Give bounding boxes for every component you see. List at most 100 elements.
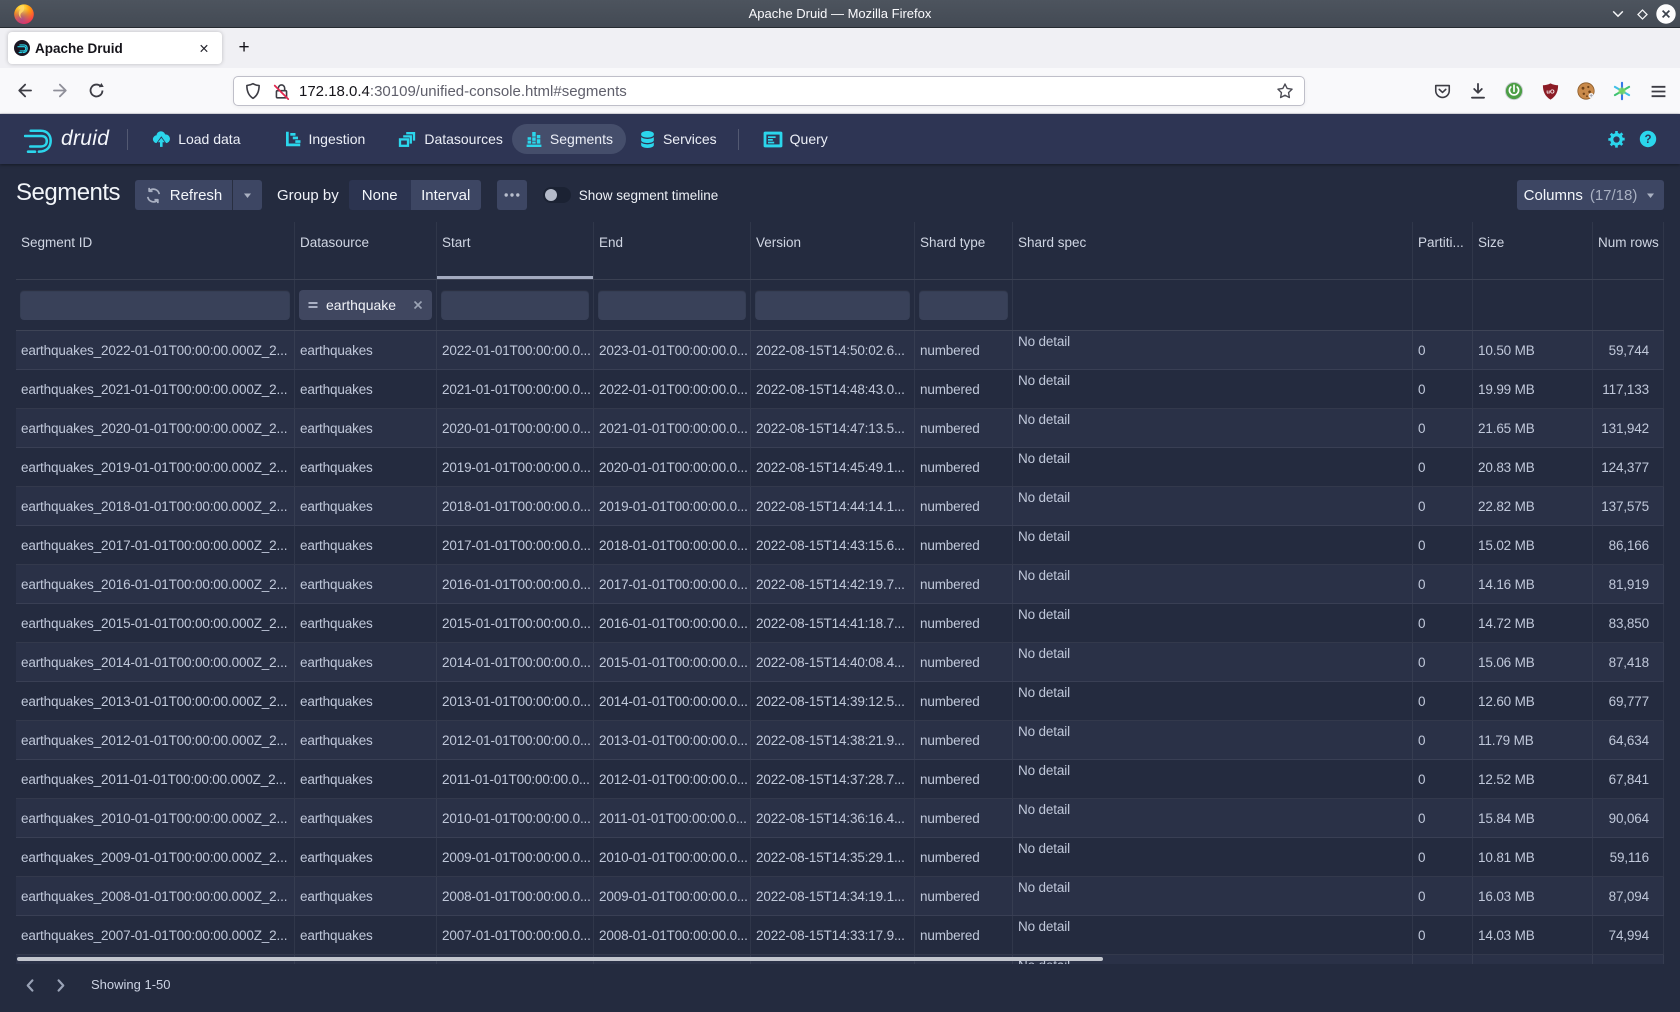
help-icon[interactable]: ?	[1639, 130, 1657, 148]
pocket-icon[interactable]	[1426, 75, 1458, 107]
cell-id[interactable]: earthquakes_2022-01-01T00:00:00.000Z_2..…	[16, 331, 295, 369]
tab-apache-druid[interactable]: Apache Druid ✕	[8, 32, 222, 64]
nav-segments[interactable]: Segments	[512, 124, 626, 154]
column-filter-input[interactable]	[755, 290, 910, 320]
nav-datasources[interactable]: Datasources	[385, 124, 516, 154]
cell-datasource[interactable]: earthquakes	[295, 838, 437, 876]
cell-datasource[interactable]: earthquakes	[295, 643, 437, 681]
extension-privacy-icon[interactable]	[1498, 75, 1530, 107]
window-maximize-button[interactable]	[1630, 1, 1654, 27]
druid-logo[interactable]: druid	[24, 126, 109, 153]
window-close-button[interactable]	[1654, 1, 1678, 27]
refresh-dropdown-button[interactable]	[232, 180, 262, 210]
cell-datasource[interactable]: earthquakes	[295, 760, 437, 798]
next-page-button[interactable]	[45, 970, 75, 1000]
column-header[interactable]: Start	[437, 222, 594, 279]
cell-id[interactable]: earthquakes_2010-01-01T00:00:00.000Z_2..…	[16, 799, 295, 837]
cell-datasource[interactable]: earthquakes	[295, 409, 437, 447]
group-by-interval-button[interactable]: Interval	[411, 180, 481, 210]
cell-partition: 0	[1413, 877, 1473, 915]
cell-id[interactable]: earthquakes_2017-01-01T00:00:00.000Z_2..…	[16, 526, 295, 564]
url-bar[interactable]: 172.18.0.4:30109/unified-console.html#se…	[233, 76, 1305, 106]
column-header[interactable]: Num rows	[1593, 222, 1664, 279]
cell-id[interactable]: earthquakes_2011-01-01T00:00:00.000Z_2..…	[16, 760, 295, 798]
column-header[interactable]: Size	[1473, 222, 1593, 279]
horizontal-scrollbar[interactable]	[17, 957, 1103, 961]
column-header[interactable]: Version	[751, 222, 915, 279]
window-titlebar[interactable]: Apache Druid — Mozilla Firefox	[0, 0, 1680, 28]
cell-datasource[interactable]: earthquakes	[295, 916, 437, 954]
cell-datasource[interactable]: earthquakes	[295, 487, 437, 525]
cell-id[interactable]: earthquakes_2018-01-01T00:00:00.000Z_2..…	[16, 487, 295, 525]
remove-filter-icon[interactable]	[412, 299, 424, 311]
cell-datasource[interactable]: earthquakes	[295, 565, 437, 603]
cell-datasource[interactable]: earthquakes	[295, 331, 437, 369]
nav-ingestion[interactable]: Ingestion	[271, 124, 379, 154]
cell-num-rows: 70,102	[1593, 955, 1664, 964]
column-header[interactable]: End	[594, 222, 751, 279]
cell-id[interactable]: earthquakes_2021-01-01T00:00:00.000Z_2..…	[16, 370, 295, 408]
column-filter-input[interactable]	[20, 290, 290, 320]
column-header[interactable]: Segment ID	[16, 222, 295, 279]
more-options-button[interactable]	[497, 180, 527, 210]
bookmark-star-icon[interactable]	[1276, 82, 1294, 100]
nav-query[interactable]: Query	[750, 124, 841, 154]
cell-id[interactable]: earthquakes_2013-01-01T00:00:00.000Z_2..…	[16, 682, 295, 720]
cell-id[interactable]: earthquakes_2015-01-01T00:00:00.000Z_2..…	[16, 604, 295, 642]
column-filter-input[interactable]	[919, 290, 1008, 320]
column-header[interactable]: Shard spec	[1013, 222, 1413, 279]
cookie-extension-icon[interactable]	[1570, 75, 1602, 107]
cell-id[interactable]: earthquakes_2008-01-01T00:00:00.000Z_2..…	[16, 877, 295, 915]
column-header[interactable]: Shard type	[915, 222, 1013, 279]
cell-datasource[interactable]: earthquakes	[295, 370, 437, 408]
cell-datasource[interactable]: earthquakes	[295, 526, 437, 564]
cell-version: 2022-08-15T14:33:17.9...	[751, 916, 915, 954]
nav-services[interactable]: Services	[626, 124, 730, 154]
cell-shard-spec: No detail	[1013, 760, 1413, 798]
insecure-lock-icon[interactable]	[272, 82, 291, 101]
column-header[interactable]: Datasource	[295, 222, 437, 279]
cell-id[interactable]: earthquakes_2016-01-01T00:00:00.000Z_2..…	[16, 565, 295, 603]
cell-size: 22.82 MB	[1473, 487, 1593, 525]
column-filter-input[interactable]: earthquake	[299, 290, 432, 320]
segment-timeline-toggle[interactable]	[543, 187, 571, 203]
new-tab-button[interactable]: +	[228, 36, 260, 60]
cell-datasource[interactable]: earthquakes	[295, 604, 437, 642]
refresh-button[interactable]: Refresh	[135, 180, 232, 210]
column-filter-input[interactable]	[441, 290, 589, 320]
group-by-none-button[interactable]: None	[349, 180, 411, 210]
column-header[interactable]: Partiti...	[1413, 222, 1473, 279]
cell-size: 15.02 MB	[1473, 526, 1593, 564]
cell-datasource[interactable]: earthquakes	[295, 799, 437, 837]
cell-id[interactable]: earthquakes_2014-01-01T00:00:00.000Z_2..…	[16, 643, 295, 681]
reload-button[interactable]	[80, 75, 112, 107]
settings-gear-icon[interactable]	[1607, 130, 1626, 149]
cell-datasource[interactable]: earthquakes	[295, 877, 437, 915]
column-filter-input[interactable]	[598, 290, 746, 320]
cell-version: 2022-08-15T14:38:21.9...	[751, 721, 915, 759]
menu-hamburger-icon[interactable]	[1642, 75, 1674, 107]
ublock-icon[interactable]: uO	[1534, 75, 1566, 107]
cell-id[interactable]: earthquakes_2019-01-01T00:00:00.000Z_2..…	[16, 448, 295, 486]
nav-load-data[interactable]: Load data	[139, 124, 253, 154]
cell-start: 2020-01-01T00:00:00.0...	[437, 409, 594, 447]
shield-icon[interactable]	[244, 82, 262, 100]
forward-button[interactable]	[44, 75, 76, 107]
filter-tag-earthquake[interactable]: earthquake	[299, 290, 432, 320]
cell-id[interactable]: earthquakes_2007-01-01T00:00:00.000Z_2..…	[16, 916, 295, 954]
columns-dropdown-button[interactable]: Columns (17/18)	[1517, 180, 1664, 210]
cell-datasource[interactable]: earthquakes	[295, 721, 437, 759]
columns-label: Columns	[1524, 187, 1583, 204]
downloads-icon[interactable]	[1462, 75, 1494, 107]
cell-partition: 0	[1413, 448, 1473, 486]
cell-datasource[interactable]: earthquakes	[295, 448, 437, 486]
back-button[interactable]	[8, 75, 40, 107]
cell-id[interactable]: earthquakes_2009-01-01T00:00:00.000Z_2..…	[16, 838, 295, 876]
window-minimize-button[interactable]	[1606, 1, 1630, 27]
cell-id[interactable]: earthquakes_2020-01-01T00:00:00.000Z_2..…	[16, 409, 295, 447]
prev-page-button[interactable]	[15, 970, 45, 1000]
extension-asterisk-icon[interactable]	[1606, 75, 1638, 107]
cell-id[interactable]: earthquakes_2012-01-01T00:00:00.000Z_2..…	[16, 721, 295, 759]
tab-close-icon[interactable]: ✕	[194, 38, 214, 58]
cell-datasource[interactable]: earthquakes	[295, 682, 437, 720]
